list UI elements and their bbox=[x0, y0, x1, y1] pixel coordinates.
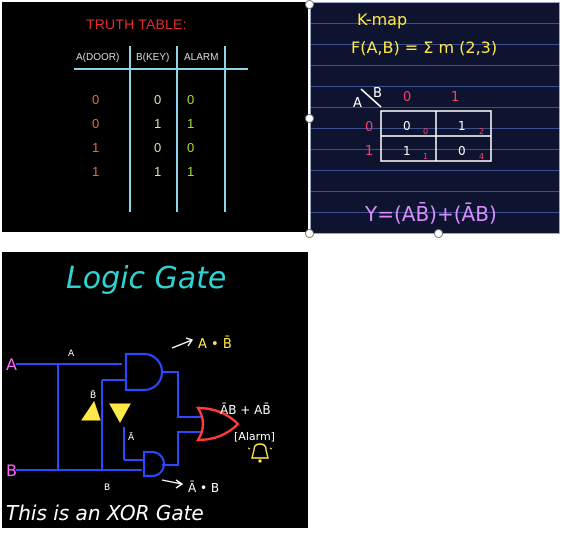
wire-label-a: A bbox=[68, 349, 75, 359]
kmap-col-header: 0 bbox=[403, 90, 411, 105]
kmap-cell-index: 1 bbox=[423, 152, 428, 161]
logic-gate-caption: This is an XOR Gate bbox=[6, 501, 204, 525]
kmap-panel: K-map F(A,B) = Σ m (2,3) A B 0 1 0 1 0 1… bbox=[310, 2, 560, 234]
cell-b: 0 bbox=[154, 92, 162, 107]
bell-icon bbox=[247, 443, 273, 463]
cell-alarm: 1 bbox=[187, 164, 195, 179]
input-b-label: B bbox=[6, 461, 17, 480]
kmap-function: F(A,B) = Σ m (2,3) bbox=[351, 38, 497, 57]
kmap-row-header: 1 bbox=[365, 144, 373, 159]
kmap-cell-index: 0 bbox=[423, 127, 428, 136]
header-alarm: ALARM bbox=[184, 52, 219, 63]
alarm-label: [Alarm] bbox=[234, 430, 275, 443]
kmap-row-header: 0 bbox=[365, 120, 373, 135]
resize-handle[interactable] bbox=[305, 229, 314, 238]
kmap-cell-index: 4 bbox=[479, 152, 484, 161]
and-gate-top bbox=[124, 352, 164, 392]
cell-alarm: 1 bbox=[187, 116, 195, 131]
cell-a: 1 bbox=[92, 140, 100, 155]
top-output-label: A • B̄ bbox=[198, 337, 232, 352]
resize-handle[interactable] bbox=[434, 229, 443, 238]
logic-gate-title: Logic Gate bbox=[66, 261, 226, 296]
kmap-cell: 1 bbox=[458, 119, 466, 133]
truth-table-panel: TRUTH TABLE: A(DOOR) B(KEY) ALARM 0 0 0 … bbox=[2, 2, 308, 232]
cell-a: 0 bbox=[92, 116, 100, 131]
kmap-corner-a: A bbox=[353, 96, 362, 111]
logic-gate-drawing: Logic Gate A B B̄ Ā A B A • B̄ Ā • B ĀB … bbox=[6, 261, 275, 525]
top-output-arrow bbox=[171, 337, 194, 349]
column-divider-2 bbox=[176, 46, 178, 212]
cell-a: 1 bbox=[92, 164, 100, 179]
kmap-title: K-map bbox=[357, 10, 407, 29]
truth-table-title: TRUTH TABLE: bbox=[86, 16, 187, 32]
header-b-key: B(KEY) bbox=[136, 52, 170, 63]
kmap-cell-index: 2 bbox=[479, 127, 484, 136]
header-divider bbox=[74, 68, 248, 70]
column-divider-1 bbox=[129, 46, 131, 212]
wire-label-b: B bbox=[104, 483, 110, 493]
kmap-drawing: K-map F(A,B) = Σ m (2,3) A B 0 1 0 1 0 1… bbox=[351, 10, 497, 226]
resize-handle[interactable] bbox=[305, 114, 314, 123]
kmap-col-header: 1 bbox=[451, 90, 459, 105]
cell-b: 1 bbox=[154, 164, 162, 179]
not-gate-a-label: Ā bbox=[128, 432, 135, 443]
bottom-output-label: Ā • B bbox=[188, 481, 219, 495]
column-divider-3 bbox=[224, 46, 226, 212]
not-gate-b-label: B̄ bbox=[90, 389, 96, 401]
kmap-corner-b: B bbox=[373, 86, 382, 101]
cell-a: 0 bbox=[92, 92, 100, 107]
header-a-door: A(DOOR) bbox=[76, 52, 120, 63]
cell-b: 1 bbox=[154, 116, 162, 131]
cell-b: 0 bbox=[154, 140, 162, 155]
kmap-cell: 1 bbox=[403, 144, 411, 158]
cell-alarm: 0 bbox=[187, 140, 195, 155]
logic-gate-panel: Logic Gate A B B̄ Ā A B A • B̄ Ā • B ĀB … bbox=[2, 252, 308, 528]
and-gate-bottom bbox=[142, 450, 166, 478]
not-gate-b bbox=[81, 400, 101, 421]
or-output-label: ĀB + AB̄ bbox=[220, 403, 271, 417]
kmap-cell: 0 bbox=[403, 119, 411, 133]
bottom-output-arrow bbox=[161, 479, 184, 489]
kmap-equation: Y=(AB̄)+(ĀB) bbox=[364, 201, 497, 226]
resize-handle[interactable] bbox=[305, 0, 314, 9]
input-a-label: A bbox=[6, 355, 17, 374]
not-gate-a bbox=[109, 403, 131, 424]
circuit-wires bbox=[16, 363, 202, 471]
kmap-cell: 0 bbox=[458, 144, 466, 158]
cell-alarm: 0 bbox=[187, 92, 195, 107]
